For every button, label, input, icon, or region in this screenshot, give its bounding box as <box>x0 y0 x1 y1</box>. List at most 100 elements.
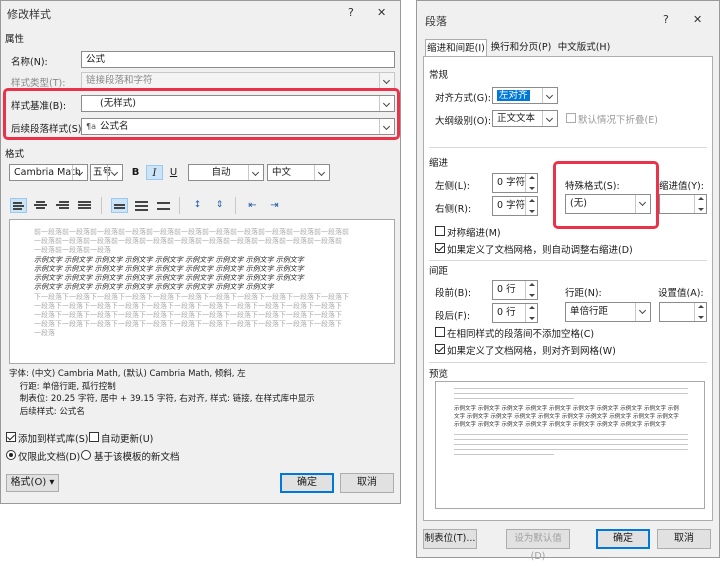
description-line: 行距: 单倍行距, 孤行控制 <box>9 381 116 392</box>
help-button[interactable]: ? <box>663 13 669 26</box>
space-before-input[interactable]: 0 行 <box>492 280 538 300</box>
close-icon[interactable]: ✕ <box>377 6 386 19</box>
preview-previous-line <box>454 393 688 394</box>
script-select[interactable]: 中文 <box>267 164 330 181</box>
description-line: 制表位: 20.25 字符, 居中 + 39.15 字符, 右对齐, 样式: 链… <box>9 394 315 404</box>
font-color-select[interactable]: 自动 <box>188 164 264 181</box>
toolbar-divider <box>179 197 180 214</box>
decrease-spacing-before-icon[interactable]: ⇕ <box>211 198 228 213</box>
align-left-button[interactable] <box>10 198 27 213</box>
ok-button[interactable]: 确定 <box>596 529 650 549</box>
new-documents-label: 基于该模板的新文档 <box>94 452 180 463</box>
preview-next-line: 一段落 <box>34 329 55 337</box>
auto-update-checkbox[interactable] <box>89 432 99 442</box>
no-space-same-style-label: 在相同样式的段落间不添加空格(C) <box>447 329 595 340</box>
ok-button[interactable]: 确定 <box>280 473 334 493</box>
setting-value-input[interactable] <box>659 302 707 322</box>
add-to-gallery-checkbox[interactable] <box>6 432 16 442</box>
alignment-select[interactable]: 左对齐 <box>492 87 558 104</box>
add-to-gallery-label: 添加到样式库(S) <box>18 434 89 445</box>
font-select[interactable]: Cambria Math <box>9 164 88 181</box>
tab-asian-typography[interactable]: 中文版式(H) <box>555 39 613 56</box>
left-indent-value: 0 字符 <box>497 177 526 188</box>
spinner-icon[interactable] <box>694 195 706 213</box>
new-documents-radio[interactable] <box>81 450 91 460</box>
right-indent-value: 0 字符 <box>497 200 526 211</box>
spinner-icon[interactable] <box>525 197 537 215</box>
format-heading: 格式 <box>5 149 25 160</box>
chevron-down-icon[interactable] <box>248 165 263 180</box>
one-half-spacing-button[interactable] <box>133 198 150 213</box>
no-space-same-style-checkbox[interactable] <box>435 327 445 337</box>
preview-previous-line <box>454 398 574 399</box>
script-value: 中文 <box>272 167 292 178</box>
preview-next-line <box>454 449 688 450</box>
set-default-button: 设为默认值(D) <box>506 529 570 562</box>
format-menu-button[interactable]: 格式(O) ▾ <box>6 474 59 492</box>
close-icon[interactable]: ✕ <box>693 13 702 26</box>
right-indent-input[interactable]: 0 字符 <box>492 196 538 216</box>
italic-button[interactable]: I <box>146 165 163 180</box>
collapsed-default-checkbox <box>566 113 576 123</box>
preview-heading: 预览 <box>429 369 449 380</box>
spinner-icon[interactable] <box>525 174 537 192</box>
chevron-down-icon[interactable] <box>314 165 329 180</box>
highlight-box <box>3 88 400 140</box>
chevron-down-icon[interactable] <box>107 165 122 180</box>
double-spacing-button[interactable] <box>155 198 172 213</box>
chevron-down-icon[interactable] <box>635 303 650 321</box>
outline-level-select[interactable]: 正文文本 <box>492 110 558 127</box>
preview-next-line: 一段落下一段落下一段落下一段落下一段落下一段落下一段落下一段落下一段落下一段落下… <box>34 320 342 328</box>
bold-button[interactable]: B <box>127 165 144 180</box>
align-right-button[interactable] <box>54 198 71 213</box>
name-input[interactable]: 公式 <box>81 51 395 68</box>
left-indent-input[interactable]: 0 字符 <box>492 173 538 193</box>
modify-style-dialog: 修改样式 ? ✕ 属性 名称(N): 公式 样式类型(T): 链接段落和字符 样… <box>0 0 401 504</box>
line-spacing-select[interactable]: 单倍行距 <box>565 302 651 322</box>
preview-sample-line: 示例文字 示例文字 示例文字 示例文字 示例文字 示例文字 示例文字 示例文字 … <box>34 265 304 273</box>
cancel-button[interactable]: 取消 <box>657 529 711 549</box>
tabs-button[interactable]: 制表位(T)... <box>423 529 477 549</box>
underline-button[interactable]: U <box>165 165 182 180</box>
tab-line-page-breaks[interactable]: 换行和分页(P) <box>489 39 553 56</box>
chevron-down-icon[interactable] <box>72 165 87 180</box>
snap-to-grid-label: 如果定义了文档网格，则对齐到网格(W) <box>447 346 616 357</box>
chevron-down-icon <box>379 73 394 88</box>
indent-value-input[interactable] <box>659 194 707 214</box>
space-before-value: 0 行 <box>497 284 516 295</box>
preview-next-line <box>454 439 688 440</box>
increase-spacing-before-icon[interactable]: ↕ <box>189 198 206 213</box>
spinner-icon[interactable] <box>694 303 706 321</box>
help-button[interactable]: ? <box>348 6 354 19</box>
toolbar-divider <box>235 197 236 214</box>
outline-level-label: 大纲级别(O): <box>435 116 492 127</box>
preview-sample-line: 示例文字 示例文字 示例文字 示例文字 示例文字 示例文字 示例文字 示例文字 <box>34 283 274 291</box>
spinner-icon[interactable] <box>525 304 537 322</box>
only-this-document-radio[interactable] <box>6 450 16 460</box>
preview-next-line: 下一段落下一段落下一段落下一段落下一段落下一段落下一段落下一段落下一段落下一段落… <box>34 293 349 301</box>
single-spacing-button[interactable] <box>111 198 128 213</box>
spinner-icon[interactable] <box>525 281 537 299</box>
chevron-down-icon[interactable] <box>542 88 557 103</box>
paragraph-dialog: 段落 ? ✕ 缩进和间距(I) 换行和分页(P) 中文版式(H) 常规 对齐方式… <box>416 0 720 562</box>
right-indent-label: 右侧(R): <box>435 204 472 215</box>
style-preview: 前一段落前一段落前一段落前一段落前一段落前一段落前一段落前一段落前一段落前一段落… <box>9 219 395 364</box>
snap-to-grid-checkbox[interactable] <box>435 344 445 354</box>
collapsed-default-label: 默认情况下折叠(E) <box>578 115 658 126</box>
decrease-indent-icon[interactable]: ⇤ <box>244 198 261 213</box>
auto-update-label: 自动更新(U) <box>101 434 154 445</box>
chevron-down-icon[interactable] <box>542 111 557 126</box>
justify-button[interactable] <box>76 198 93 213</box>
increase-indent-icon[interactable]: ⇥ <box>266 198 283 213</box>
auto-adjust-right-checkbox[interactable] <box>435 243 445 253</box>
cancel-button[interactable]: 取消 <box>340 473 394 493</box>
preview-previous-line: 一段落前一段落前一段落前一段落前一段落前一段落前一段落前一段落前一段落前一段落前… <box>34 237 342 245</box>
properties-heading: 属性 <box>5 34 25 45</box>
align-center-button[interactable] <box>32 198 49 213</box>
mirror-indent-checkbox[interactable] <box>435 226 445 236</box>
space-after-input[interactable]: 0 行 <box>492 303 538 323</box>
preview-sample-line: 示例文字 示例文字 示例文字 示例文字 示例文字 示例文字 示例文字 示例文字 … <box>34 274 304 282</box>
space-after-label: 段后(F): <box>435 311 471 322</box>
font-size-select[interactable]: 五号 <box>90 164 123 181</box>
tab-indents-spacing[interactable]: 缩进和间距(I) <box>425 39 487 56</box>
